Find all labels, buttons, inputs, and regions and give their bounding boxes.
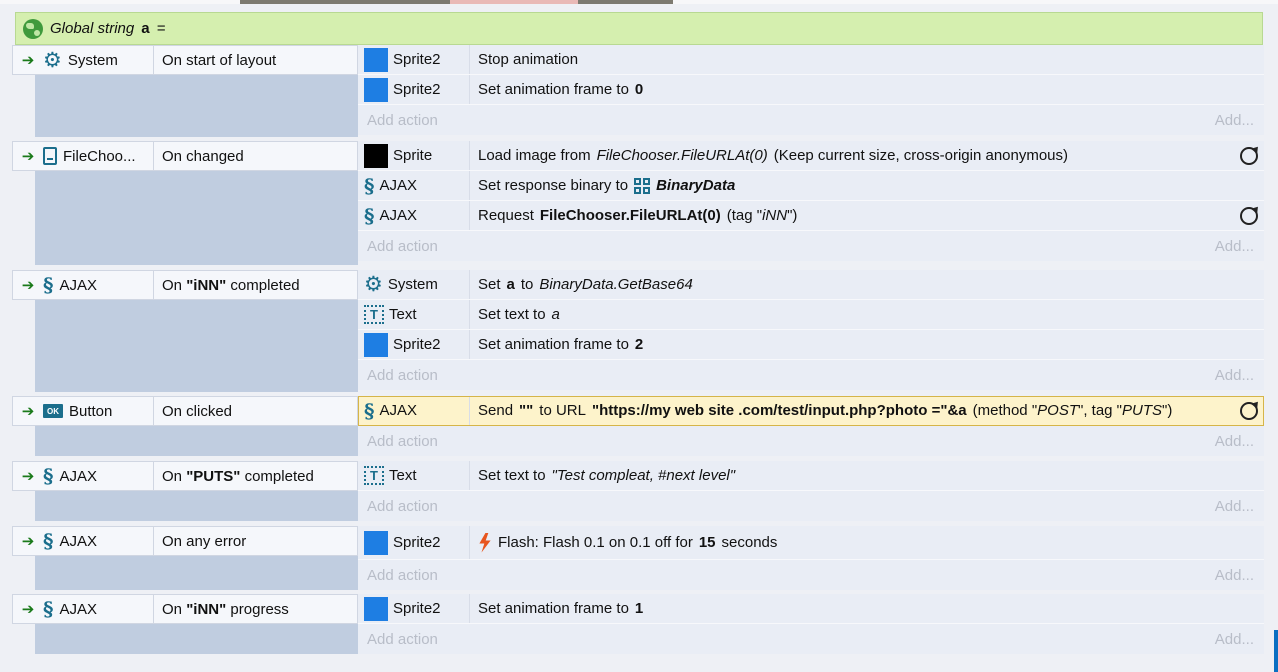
action-row[interactable]: ⚙ System Set a to BinaryData.GetBase64 <box>358 270 1264 300</box>
condition[interactable]: ➔ § AJAX On "PUTS" completed <box>12 461 358 491</box>
action-row[interactable]: Sprite2 Set animation frame to 0 <box>358 75 1264 105</box>
add-action-link[interactable]: Add action <box>367 367 438 384</box>
global-suffix: = <box>156 20 166 37</box>
action-row[interactable]: Sprite2 Stop animation <box>358 45 1264 75</box>
gear-icon: ⚙ <box>364 273 383 296</box>
button-icon: OK <box>43 404 63 418</box>
arrow-icon: ➔ <box>21 403 35 420</box>
action-row[interactable]: Sprite2 Flash: Flash 0.1 on 0.1 off for 1… <box>358 526 1264 560</box>
condition-text: On clicked <box>162 402 233 420</box>
action-row[interactable]: Sprite2 Set animation frame to 2 <box>358 330 1264 360</box>
add-action-row[interactable]: Add action Add... <box>358 426 1264 456</box>
reload-icon <box>1240 402 1258 420</box>
add-action-link[interactable]: Add action <box>367 238 438 255</box>
reload-icon <box>1240 147 1258 165</box>
condition[interactable]: ➔ § AJAX On "iNN" completed <box>12 270 358 300</box>
ajax-icon: § <box>43 531 54 551</box>
add-link[interactable]: Add... <box>1215 498 1254 515</box>
condition-text: On "PUTS" completed <box>162 467 314 485</box>
file-icon <box>43 147 57 165</box>
add-action-row[interactable]: Add action Add... <box>358 231 1264 261</box>
condition[interactable]: ➔ OK Button On clicked <box>12 396 358 426</box>
condition-object: Button <box>69 402 113 420</box>
action-row[interactable]: Sprite Load image from FileChooser.FileUR… <box>358 141 1264 171</box>
condition-object: AJAX <box>59 276 97 294</box>
add-action-row[interactable]: Add action Add... <box>358 624 1264 654</box>
add-action-row[interactable]: Add action Add... <box>358 360 1264 390</box>
action-row[interactable]: T Text Set text to a <box>358 300 1264 330</box>
event-shade <box>35 300 358 392</box>
add-link[interactable]: Add... <box>1215 433 1254 450</box>
flash-icon <box>479 532 491 553</box>
condition[interactable]: ➔ FileChoo... On changed <box>12 141 358 171</box>
condition-text: On start of layout <box>162 51 277 69</box>
global-prefix: Global string <box>50 20 135 37</box>
ajax-icon: § <box>43 275 54 295</box>
add-action-link[interactable]: Add action <box>367 498 438 515</box>
condition-object: AJAX <box>59 600 97 618</box>
arrow-icon: ➔ <box>21 148 35 165</box>
sprite-icon <box>364 143 388 168</box>
add-link[interactable]: Add... <box>1215 367 1254 384</box>
condition-text: On "iNN" progress <box>162 600 289 618</box>
event-shade <box>35 491 358 521</box>
action-row[interactable]: § AJAX Request FileChooser.FileURLAt(0) (ta… <box>358 201 1264 231</box>
condition-text: On changed <box>162 147 244 165</box>
add-link[interactable]: Add... <box>1215 567 1254 584</box>
event-shade <box>35 556 358 590</box>
add-link[interactable]: Add... <box>1215 238 1254 255</box>
arrow-icon: ➔ <box>21 52 35 69</box>
condition-object: AJAX <box>59 467 97 485</box>
event-shade <box>35 75 358 137</box>
arrow-icon: ➔ <box>21 277 35 294</box>
ajax-icon: § <box>43 599 54 619</box>
event-shade <box>35 171 358 265</box>
add-action-row[interactable]: Add action Add... <box>358 560 1264 590</box>
gear-icon: ⚙ <box>43 49 62 71</box>
condition[interactable]: ➔ ⚙ System On start of layout <box>12 45 358 75</box>
global-name: a <box>141 20 150 37</box>
condition-text: On any error <box>162 532 247 550</box>
add-action-link[interactable]: Add action <box>367 433 438 450</box>
add-action-row[interactable]: Add action Add... <box>358 491 1264 521</box>
scrollbar[interactable] <box>1274 630 1278 672</box>
sprite2-icon <box>364 77 388 102</box>
add-action-link[interactable]: Add action <box>367 112 438 129</box>
text-object-icon: T <box>364 305 384 324</box>
binary-data-icon <box>634 177 651 194</box>
ajax-icon: § <box>43 466 54 486</box>
action-row[interactable]: T Text Set text to "Test compleat, #next l… <box>358 461 1264 491</box>
text-object-icon: T <box>364 466 384 485</box>
ajax-icon: § <box>364 203 375 228</box>
reload-icon <box>1240 207 1258 225</box>
event-shade <box>35 426 358 456</box>
action-row[interactable]: Sprite2 Set animation frame to 1 <box>358 594 1264 624</box>
event-shade <box>35 624 358 654</box>
condition-object: AJAX <box>59 532 97 550</box>
add-action-link[interactable]: Add action <box>367 631 438 648</box>
ajax-icon: § <box>364 173 375 198</box>
globe-icon <box>23 18 43 39</box>
condition-object: System <box>67 51 118 69</box>
condition-object: FileChoo... <box>63 147 136 165</box>
global-variable[interactable]: Global string a = <box>15 12 1263 45</box>
add-action-row[interactable]: Add action Add... <box>358 105 1264 135</box>
action-row[interactable]: § AJAX Set response binary to BinaryData <box>358 171 1264 201</box>
condition[interactable]: ➔ § AJAX On "iNN" progress <box>12 594 358 624</box>
sprite2-icon <box>364 596 388 621</box>
action-row-selected[interactable]: § AJAX Send "" to URL "https://my web site .… <box>358 396 1264 426</box>
sprite2-icon <box>364 332 388 357</box>
condition[interactable]: ➔ § AJAX On any error <box>12 526 358 556</box>
arrow-icon: ➔ <box>21 533 35 550</box>
sprite2-icon <box>364 530 388 555</box>
add-link[interactable]: Add... <box>1215 631 1254 648</box>
arrow-icon: ➔ <box>21 601 35 618</box>
add-link[interactable]: Add... <box>1215 112 1254 129</box>
condition-text: On "iNN" completed <box>162 276 300 294</box>
arrow-icon: ➔ <box>21 468 35 485</box>
top-strip <box>0 0 1278 4</box>
ajax-icon: § <box>364 398 375 423</box>
sprite2-icon <box>364 47 388 72</box>
add-action-link[interactable]: Add action <box>367 567 438 584</box>
